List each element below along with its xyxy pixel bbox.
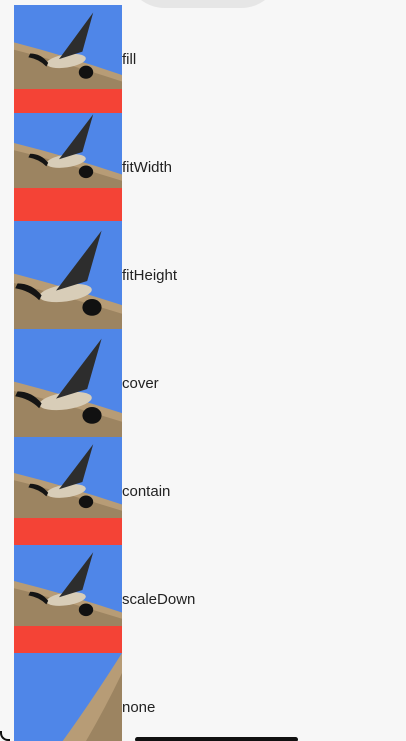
list-item-fitwidth: fitWidth [14, 113, 406, 221]
image-box-contain [14, 437, 122, 545]
row-label: fitWidth [122, 158, 173, 176]
image-box-fill [14, 5, 122, 113]
list-item-fill: fill [14, 5, 406, 113]
row-label: none [122, 698, 156, 716]
image-box-cover [14, 329, 122, 437]
row-label: fill [122, 50, 137, 68]
goose-image [14, 329, 122, 437]
image-box-fitwidth [14, 113, 122, 221]
goose-image [14, 653, 122, 741]
image-box-scaledown [14, 545, 122, 653]
screen-corner [0, 731, 10, 741]
list-item-cover: cover [14, 329, 406, 437]
list-item-scaledown: scaleDown [14, 545, 406, 653]
goose-image [14, 437, 122, 518]
goose-image [14, 5, 122, 89]
list-item-contain: contain [14, 437, 406, 545]
goose-image [14, 113, 122, 188]
goose-image [14, 545, 122, 626]
boxfit-list: fill fitWidth fitHeight cover contain sc… [14, 5, 406, 741]
goose-image [14, 221, 122, 329]
image-box-none [14, 653, 122, 741]
list-item-fitheight: fitHeight [14, 221, 406, 329]
home-indicator[interactable] [135, 737, 298, 741]
list-item-none: none [14, 653, 406, 741]
app-screen: fill fitWidth fitHeight cover contain sc… [0, 0, 406, 741]
row-label: contain [122, 482, 171, 500]
row-label: cover [122, 374, 159, 392]
row-label: scaleDown [122, 590, 196, 608]
image-box-fitheight [14, 221, 122, 329]
row-label: fitHeight [122, 266, 178, 284]
